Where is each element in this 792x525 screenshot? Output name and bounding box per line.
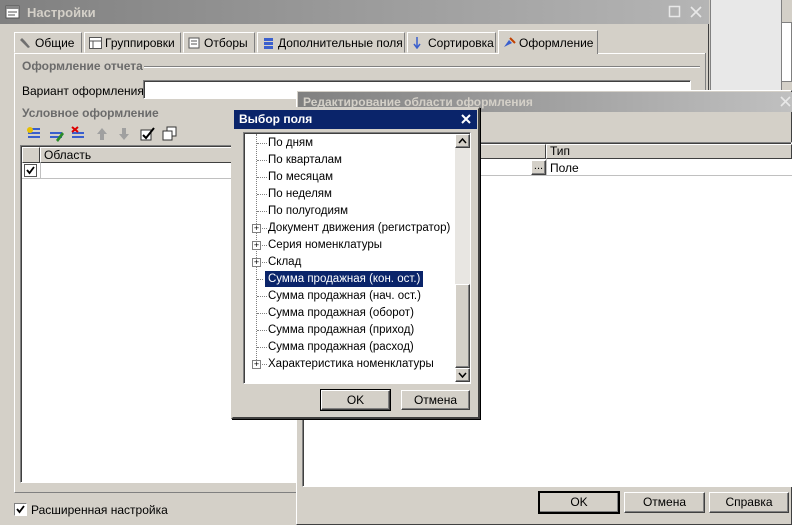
tab-label: Дополнительные поля [278, 36, 403, 50]
tree-line [257, 177, 267, 178]
tab-label: Группировки [105, 36, 175, 50]
close-icon[interactable] [459, 111, 473, 127]
field-ok-button[interactable]: OK [320, 389, 391, 411]
delete-row-icon[interactable] [70, 126, 86, 142]
ellipsis-button[interactable]: ... [531, 160, 546, 175]
scroll-down-button[interactable] [455, 368, 470, 382]
tree-line [257, 194, 267, 195]
expand-icon[interactable]: + [252, 241, 261, 250]
tab-label: Сортировка [428, 36, 494, 50]
check-all-icon[interactable] [140, 126, 156, 142]
tree-line [257, 296, 267, 297]
tree-item[interactable]: Сумма продажная (нач. ост.) [268, 288, 421, 304]
window-icon [5, 4, 21, 20]
tree-item[interactable]: По полугодиям [268, 203, 348, 219]
tab-filters[interactable]: Отборы [183, 32, 255, 53]
grid-header-check [22, 147, 40, 163]
move-up-icon[interactable] [94, 126, 110, 142]
section-conditional: Условное оформление [22, 106, 159, 120]
tree-item[interactable]: Сумма продажная (расход) [268, 339, 414, 355]
tree-line [256, 134, 257, 366]
tree-item[interactable]: По месяцам [268, 169, 333, 185]
settings-title: Настройки [27, 5, 96, 20]
scroll-thumb[interactable] [455, 284, 470, 368]
tree-item[interactable]: Документ движения (регистратор) [268, 220, 450, 236]
tree-line [257, 347, 267, 348]
row-divider [40, 163, 41, 179]
tree-line [257, 330, 267, 331]
tree-line [257, 211, 267, 212]
paint-icon [503, 37, 516, 49]
field-dialog-title: Выбор поля [239, 112, 313, 126]
filter-icon [188, 37, 201, 49]
tree-item[interactable]: Серия номенклатуры [268, 237, 382, 253]
tab-groupings[interactable]: Группировки [84, 32, 181, 53]
tab-sorting[interactable]: Сортировка [407, 32, 496, 53]
grouping-icon [89, 37, 102, 49]
tree-item[interactable]: По неделям [268, 186, 332, 202]
move-down-icon[interactable] [116, 126, 132, 142]
tree-item[interactable]: Характеристика номенклатуры [268, 356, 434, 372]
tree-line [257, 143, 267, 144]
ok-button[interactable]: OK [538, 491, 620, 514]
extended-settings-label: Расширенная настройка [31, 503, 168, 517]
tab-general[interactable]: Общие [14, 32, 82, 53]
tree-item[interactable]: Сумма продажная (оборот) [268, 305, 414, 321]
maximize-icon[interactable] [668, 5, 682, 19]
add-row-icon[interactable] [26, 126, 42, 142]
variant-label: Вариант оформления: [22, 84, 148, 98]
settings-titlebar[interactable] [0, 0, 709, 24]
cancel-button[interactable]: Отмена [624, 492, 705, 513]
edit-grid-header-type[interactable]: Тип [546, 144, 792, 159]
tab-label: Общие [35, 36, 75, 50]
section-divider [144, 66, 700, 68]
field-cancel-button[interactable]: Отмена [401, 390, 470, 410]
help-button[interactable]: Справка [709, 492, 789, 513]
tree-item[interactable]: Сумма продажная (кон. ост.) [263, 270, 425, 288]
tree-line [257, 160, 267, 161]
tree-line [257, 313, 267, 314]
copy-icon[interactable] [162, 126, 178, 142]
close-icon[interactable] [689, 5, 703, 19]
expand-icon[interactable]: + [252, 224, 261, 233]
row-checkbox[interactable] [24, 164, 37, 177]
sort-icon [412, 37, 425, 50]
row-divider [546, 159, 547, 176]
fields-icon [262, 37, 275, 49]
tab-design[interactable]: Оформление [498, 30, 598, 54]
row-type-cell: Поле [550, 161, 579, 175]
tree-item[interactable]: По кварталам [268, 152, 342, 168]
scroll-up-button[interactable] [455, 134, 470, 148]
tab-label: Оформление [519, 36, 594, 50]
tree-item[interactable]: Склад [268, 254, 301, 270]
wrench-icon [19, 37, 32, 49]
tree-item[interactable]: По дням [268, 135, 313, 151]
expand-icon[interactable]: + [252, 258, 261, 267]
expand-icon[interactable]: + [252, 360, 261, 369]
tree-item[interactable]: Сумма продажная (приход) [268, 322, 414, 338]
tab-label: Отборы [204, 36, 248, 50]
tab-extra-fields[interactable]: Дополнительные поля [257, 32, 405, 53]
edit-row-icon[interactable] [48, 126, 64, 142]
section-report-design: Оформление отчета [22, 59, 143, 73]
background-window-tab [781, 22, 792, 82]
close-icon[interactable] [778, 94, 792, 108]
extended-settings-checkbox[interactable] [14, 503, 27, 516]
